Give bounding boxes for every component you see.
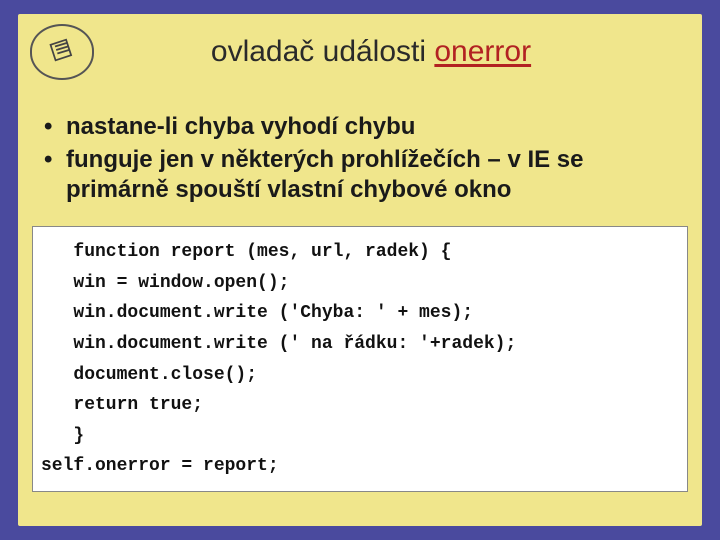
title-container: ovladač události onerror [112,35,690,69]
bullet-item: funguje jen v některých prohlížečích – v… [66,145,684,206]
logo-badge [30,24,94,80]
code-block: function report (mes, url, radek) { win … [32,226,688,492]
slide-header: ovladač události onerror [18,14,702,88]
slide-title: ovladač události onerror [112,35,630,69]
code-text: function report (mes, url, radek) { win … [41,237,679,482]
book-logo-icon [48,36,76,69]
title-keyword: onerror [434,35,531,68]
bullet-item: nastane-li chyba vyhodí chybu [66,112,684,143]
title-prefix: ovladač události [211,35,434,68]
slide: ovladač události onerror nastane-li chyb… [18,14,702,526]
slide-content: nastane-li chyba vyhodí chybu funguje je… [18,88,702,216]
bullet-list: nastane-li chyba vyhodí chybu funguje je… [36,112,684,206]
